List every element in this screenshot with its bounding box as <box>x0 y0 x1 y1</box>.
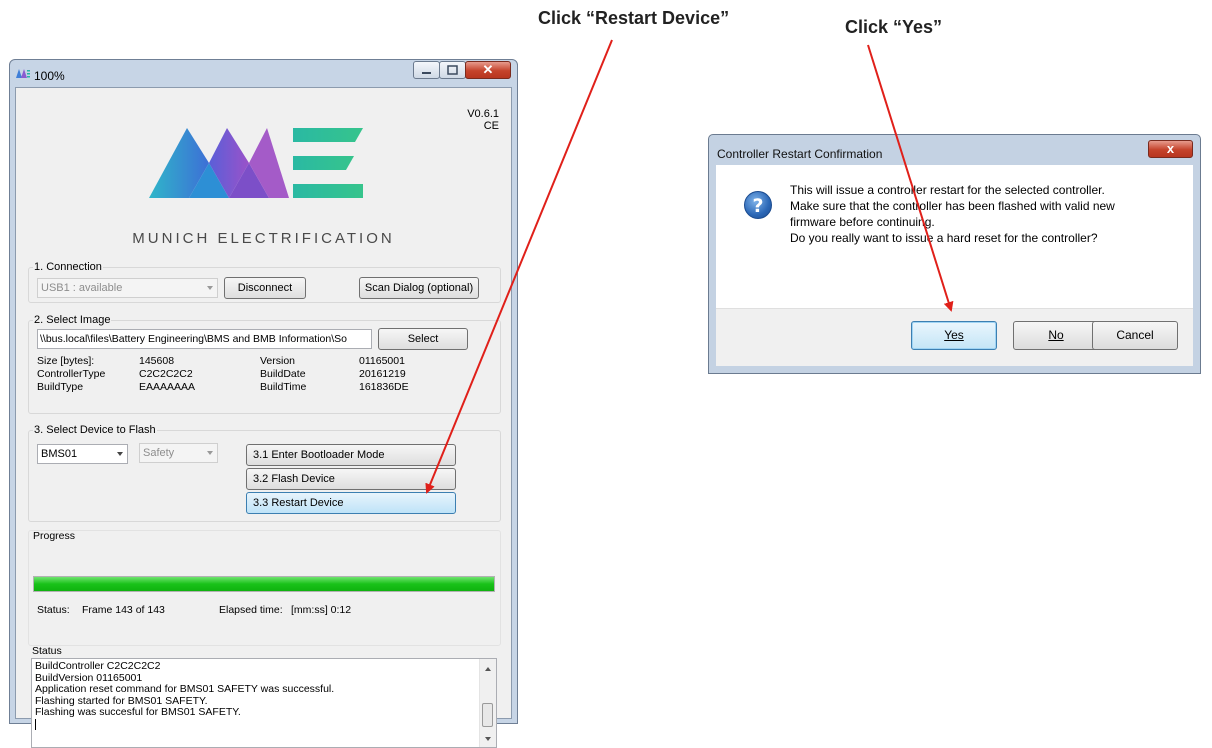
device-select-value: BMS01 <box>41 448 78 460</box>
scroll-down-icon[interactable] <box>485 737 491 741</box>
maximize-button[interactable] <box>439 61 466 79</box>
status-log-label: Status <box>32 645 62 657</box>
chevron-down-icon <box>207 451 213 455</box>
build-time-value: 161836DE <box>359 381 409 393</box>
version-edition: CE <box>483 120 499 132</box>
port-select[interactable]: USB1 : available <box>37 278 218 298</box>
dialog-message-line: Do you really want to issue a hard reset… <box>790 231 1098 245</box>
progress-label: Progress <box>33 530 76 542</box>
connection-group-label: 1. Connection <box>33 261 103 273</box>
minimize-icon <box>422 72 431 74</box>
build-date-label: BuildDate <box>260 368 306 380</box>
select-device-group-label: 3. Select Device to Flash <box>33 424 157 436</box>
window-client-area: V0.6.1 CE MUNICH ELECTRIFICATION 1. Conn… <box>15 87 512 748</box>
version-number: V0.6.1 <box>467 108 499 120</box>
restart-confirmation-dialog: Controller Restart Confirmation x ? This… <box>708 134 1201 374</box>
dialog-message-line: firmware before continuing. <box>790 215 935 229</box>
progress-status-label: Status: <box>37 604 70 616</box>
progress-status-value: Frame 143 of 143 <box>82 604 165 616</box>
select-device-group: 3. Select Device to Flash BMS01 Safety 3… <box>28 424 501 522</box>
yes-button[interactable]: Yes <box>911 321 997 350</box>
cancel-button[interactable]: Cancel <box>1092 321 1178 350</box>
dialog-title: Controller Restart Confirmation <box>717 147 883 161</box>
version-info-label: Version <box>260 355 296 367</box>
safety-select[interactable]: Safety <box>139 443 218 463</box>
status-log-scrollbar[interactable] <box>479 659 496 747</box>
annotation-yes: Click “Yes” <box>845 17 943 37</box>
flash-device-button[interactable]: 3.2 Flash Device <box>246 468 456 490</box>
status-log-line: Flashing was succesful for BMS01 SAFETY. <box>35 706 241 719</box>
scroll-thumb[interactable] <box>482 703 493 727</box>
select-image-button[interactable]: Select <box>378 328 468 350</box>
no-button[interactable]: No <box>1013 321 1099 350</box>
status-log-line: BuildController C2C2C2C2 <box>35 660 161 672</box>
close-icon: ✕ <box>482 62 494 77</box>
controller-type-value: C2C2C2C2 <box>139 368 193 380</box>
controller-type-label: ControllerType <box>37 368 106 380</box>
port-select-value: USB1 : available <box>41 282 123 294</box>
dialog-close-button[interactable]: x <box>1148 140 1193 158</box>
disconnect-button[interactable]: Disconnect <box>224 277 306 299</box>
progress-bar-fill <box>34 577 494 591</box>
flash-tool-window: 100% ✕ V0.6.1 CE MUNICH ELECTRIFICATION … <box>9 59 518 748</box>
build-type-value: EAAAAAAA <box>139 381 196 393</box>
restart-device-button[interactable]: 3.3 Restart Device <box>246 492 456 514</box>
elapsed-time-label: Elapsed time: <box>219 604 283 616</box>
version-label: V0.6.1 CE <box>467 108 499 132</box>
minimize-button[interactable] <box>413 61 440 79</box>
question-icon: ? <box>744 191 772 219</box>
size-label: Size [bytes]: <box>37 355 95 367</box>
close-icon: x <box>1166 141 1175 156</box>
version-info-value: 01165001 <box>359 355 405 367</box>
build-date-value: 20161219 <box>359 368 406 380</box>
select-image-group-label: 2. Select Image <box>33 314 112 326</box>
elapsed-time-value: [mm:ss] 0:12 <box>291 604 352 616</box>
close-button[interactable]: ✕ <box>465 61 511 79</box>
dialog-body: ? This will issue a controller restart f… <box>716 165 1193 308</box>
device-select[interactable]: BMS01 <box>37 444 128 464</box>
progress-bar <box>33 576 495 592</box>
yes-button-label: Yes <box>944 328 964 342</box>
dialog-message-line: Make sure that the controller has been f… <box>790 199 1115 213</box>
app-logo-icon <box>16 69 30 78</box>
chevron-down-icon <box>117 452 123 456</box>
dialog-message-line: This will issue a controller restart for… <box>790 183 1105 197</box>
scroll-up-icon[interactable] <box>485 667 491 671</box>
maximize-icon <box>447 65 458 75</box>
annotation-restart-device: Click “Restart Device” <box>538 8 730 28</box>
brand-name: MUNICH ELECTRIFICATION <box>132 230 395 247</box>
window-title: 100% <box>34 69 65 83</box>
enter-bootloader-button[interactable]: 3.1 Enter Bootloader Mode <box>246 444 456 466</box>
dialog-message: This will issue a controller restart for… <box>790 182 1115 246</box>
size-value: 145608 <box>139 355 175 367</box>
status-log-lines: BuildController C2C2C2C2 BuildVersion 011… <box>35 660 334 730</box>
text-caret <box>35 718 36 730</box>
status-log[interactable]: BuildController C2C2C2C2 BuildVersion 011… <box>31 658 497 748</box>
select-image-group: 2. Select Image \\bus.local\files\Batter… <box>28 314 501 414</box>
image-path-field[interactable]: \\bus.local\files\Battery Engineering\BM… <box>37 329 372 349</box>
no-button-label: No <box>1048 328 1064 342</box>
window-title-bar: 100% ✕ <box>10 60 517 88</box>
dialog-button-bar: Yes No Cancel <box>716 308 1193 366</box>
safety-select-value: Safety <box>143 447 175 459</box>
connection-group: 1. Connection USB1 : available Disconnec… <box>28 261 501 303</box>
chevron-down-icon <box>207 286 213 290</box>
munich-electrification-logo <box>149 128 363 198</box>
build-time-label: BuildTime <box>260 381 307 393</box>
scan-dialog-button[interactable]: Scan Dialog (optional) <box>359 277 479 299</box>
build-type-label: BuildType <box>37 381 84 393</box>
